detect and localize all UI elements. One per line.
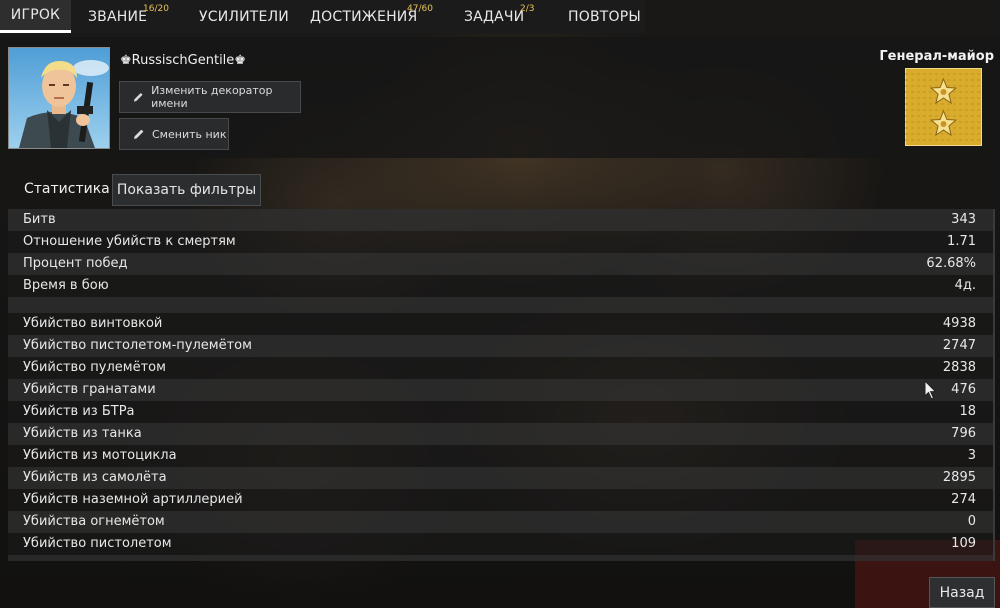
stat-row: Убийство пистолетом-пулемётом 2747 [8,335,994,357]
tab-label: ЗАДАЧИ [464,8,525,25]
tab-boosters[interactable]: УСИЛИТЕЛИ [182,0,293,33]
tab-badge: 47/60 [407,4,433,14]
profile-header: ♚RussischGentile♚ Изменить декоратор име… [0,37,1000,158]
stat-row: Процент побед 62.68% [8,253,994,275]
stat-label: Процент побед [23,256,128,271]
tab-replays[interactable]: ПОВТОРЫ [550,0,645,33]
rank-title: Генерал-майор [879,49,994,64]
stat-row: Убийство винтовкой 4938 [8,313,994,335]
stat-label: Убийства огнемётом [23,514,165,529]
tab-label: ПОВТОРЫ [568,8,641,25]
stat-row: Убийство пулемётом 2838 [8,357,994,379]
tab-statistics[interactable]: Статистика [24,181,110,197]
pencil-icon [134,129,144,139]
stat-value: 343 [951,212,976,227]
change-name-decorator-button[interactable]: Изменить декоратор имени [119,81,301,113]
stat-row: Убийство пистолетом 109 [8,533,994,555]
stat-value: 2747 [942,338,976,353]
tab-player[interactable]: ИГРОК [0,0,71,33]
soldier-portrait-icon [9,48,109,148]
stat-label: Убийство винтовкой [23,316,163,331]
tab-achievements[interactable]: ДОСТИЖЕНИЯ 47/60 [293,0,447,33]
stats-scrollbar[interactable] [993,209,995,561]
pencil-icon [133,92,143,102]
tab-badge: 16/20 [143,4,169,14]
tab-label: УСИЛИТЕЛИ [199,8,289,25]
tab-label: ИГРОК [10,7,61,23]
stat-value: 2838 [942,360,976,375]
stat-label: Убийство пистолетом-пулемётом [23,338,252,353]
stat-value: 1.71 [947,234,976,249]
stat-label: Отношение убийств к смертям [23,234,236,249]
stat-label: Убийств наземной артиллерией [23,492,243,507]
tab-rank[interactable]: ЗВАНИЕ 16/20 [71,0,182,33]
stat-row: Убийства огнемётом 0 [8,511,994,533]
stat-row-partial [8,555,994,561]
stat-row: Убийств из самолёта 2895 [8,467,994,489]
stat-value: 4938 [942,316,976,331]
stat-value: 476 [951,382,976,397]
section-spacer [8,297,994,313]
stat-label: Убийств из танка [23,426,142,441]
stat-label: Убийств гранатами [23,382,156,397]
rank-insignia-icon[interactable] [905,68,982,146]
username: ♚RussischGentile♚ [120,53,246,68]
stat-label: Битв [23,212,56,227]
mouse-cursor-icon [924,380,937,400]
stat-value: 3 [967,448,976,463]
button-label: Сменить ник [152,127,227,141]
tab-label: ДОСТИЖЕНИЯ [310,8,418,25]
stat-value: 4д. [954,278,976,293]
stat-label: Убийство пистолетом [23,536,172,551]
tab-tasks[interactable]: ЗАДАЧИ 2/3 [447,0,550,33]
tab-label: ЗВАНИЕ [88,8,148,25]
stat-value: 0 [967,514,976,529]
show-filters-button[interactable]: Показать фильтры [112,174,261,206]
stat-row: Убийств гранатами 476 [8,379,994,401]
button-label: Изменить декоратор имени [151,84,273,110]
stat-value: 18 [959,404,976,419]
stat-label: Убийство пулемётом [23,360,166,375]
stat-row: Время в бою 4д. [8,275,994,297]
avatar[interactable] [8,47,110,149]
stat-label: Время в бою [23,278,109,293]
stat-label: Убийств из самолёта [23,470,167,485]
stat-label: Убийств из мотоцикла [23,448,177,463]
stat-value: 62.68% [926,256,976,271]
stat-value: 796 [951,426,976,441]
stat-row: Убийств наземной артиллерией 274 [8,489,994,511]
tab-badge: 2/3 [520,4,535,14]
stat-value: 2895 [942,470,976,485]
stat-label: Убийств из БТРа [23,404,135,419]
stats-list[interactable]: Битв 343 Отношение убийств к смертям 1.7… [8,209,994,561]
stat-row: Убийств из БТРа 18 [8,401,994,423]
stat-value: 109 [951,536,976,551]
change-nick-button[interactable]: Сменить ник [119,118,229,150]
stat-value: 274 [951,492,976,507]
stat-row: Убийств из мотоцикла 3 [8,445,994,467]
back-button[interactable]: Назад [929,577,995,608]
top-nav: ИГРОК ЗВАНИЕ 16/20 УСИЛИТЕЛИ ДОСТИЖЕНИЯ … [0,0,645,33]
stat-row: Битв 343 [8,209,994,231]
stat-row: Отношение убийств к смертям 1.71 [8,231,994,253]
stat-row: Убийств из танка 796 [8,423,994,445]
